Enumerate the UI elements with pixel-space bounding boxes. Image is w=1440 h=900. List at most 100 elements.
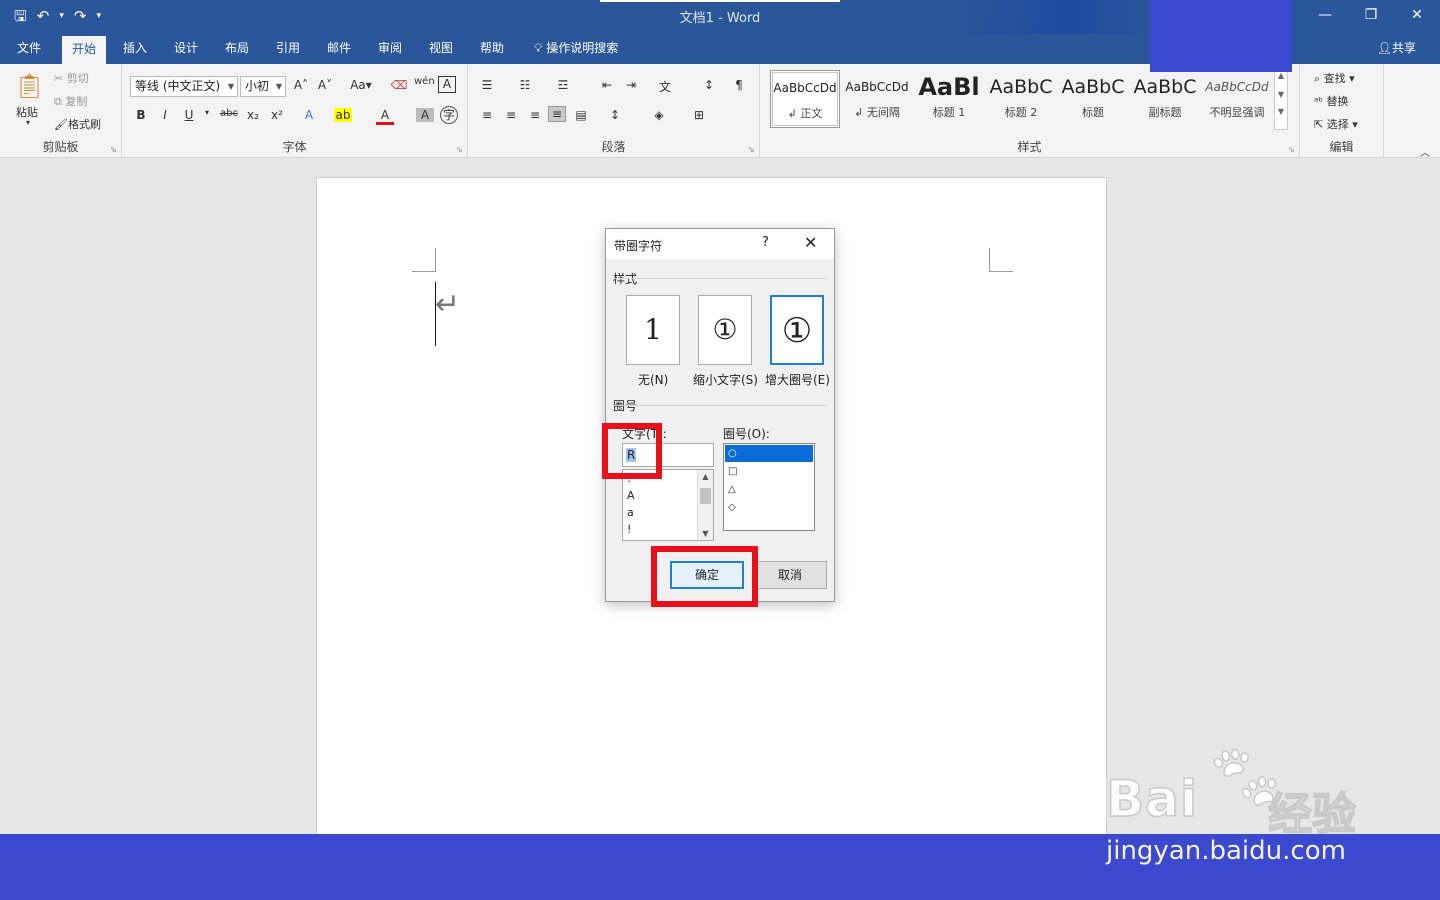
text-list-scrollbar[interactable]: ▲ ▼	[697, 470, 713, 540]
style-title[interactable]: AaBbC 标题	[1058, 70, 1128, 128]
paste-dropdown-icon[interactable]: ▾	[26, 118, 30, 127]
style-subtitle[interactable]: AaBbC 副标题	[1130, 70, 1200, 128]
font-launcher-icon[interactable]: ⬂	[456, 145, 463, 154]
justify-icon[interactable]: ≡	[548, 106, 566, 122]
strikethrough-icon[interactable]: abc	[218, 108, 240, 119]
clear-formatting-icon[interactable]: ⌫	[390, 78, 408, 92]
font-group-label: 字体	[282, 140, 307, 154]
styles-launcher-icon[interactable]: ⬂	[1288, 145, 1295, 154]
style-option-shrink-text[interactable]: ①	[698, 295, 752, 365]
copy-button[interactable]: ⧉ 复制	[54, 93, 87, 109]
align-right-icon[interactable]: ≡	[526, 108, 544, 122]
italic-icon[interactable]: I	[156, 108, 174, 122]
underline-dropdown-icon[interactable]: ▾	[198, 108, 216, 117]
style-normal[interactable]: AaBbCcDd ↲ 正文	[770, 70, 840, 128]
gallery-more-icon[interactable]: ▼	[1275, 107, 1287, 116]
enclosure-item-triangle[interactable]: △	[725, 481, 813, 498]
tab-mailings[interactable]: 邮件	[317, 34, 361, 64]
asian-layout-icon[interactable]: 文	[656, 78, 674, 95]
change-case-icon[interactable]: Aa▾	[346, 78, 376, 92]
sort-icon[interactable]: ↕	[700, 78, 718, 92]
enclosure-list[interactable]: ○ □ △ ◇	[723, 443, 815, 531]
style-preview: AaBbCcDd	[1205, 80, 1269, 94]
distributed-icon[interactable]: ▤	[572, 108, 590, 122]
restore-button[interactable]: ❐	[1348, 0, 1394, 30]
shading-icon[interactable]: ◈	[650, 108, 668, 122]
enclose-characters-icon[interactable]: 字	[440, 106, 458, 124]
borders-icon[interactable]: ⊞	[690, 108, 708, 122]
paragraph-launcher-icon[interactable]: ⬂	[748, 145, 755, 154]
phonetic-guide-icon[interactable]: wén	[414, 76, 435, 87]
text-list[interactable]: ! A a ! ▲ ▼	[622, 469, 714, 541]
align-center-icon[interactable]: ≡	[502, 108, 520, 122]
dialog-close-button[interactable]: ✕	[804, 233, 817, 252]
scroll-down-icon[interactable]: ▼	[698, 529, 713, 538]
underline-icon[interactable]: U	[180, 108, 198, 122]
font-name-combo[interactable]: 等线 (中文正文) ▼	[130, 76, 238, 97]
tab-layout[interactable]: 布局	[215, 34, 259, 64]
bold-icon[interactable]: B	[132, 108, 150, 122]
format-painter-button[interactable]: 🖌︎格式刷	[54, 116, 101, 132]
multilevel-list-icon[interactable]: ☲	[554, 78, 572, 92]
option-enlarge-label[interactable]: 增大圈号(E)	[765, 371, 830, 388]
tab-design[interactable]: 设计	[164, 34, 208, 64]
style-heading-1[interactable]: AaBl 标题 1	[914, 70, 984, 128]
character-shading-icon[interactable]: A	[416, 108, 434, 122]
decrease-indent-icon[interactable]: ⇤	[598, 78, 616, 92]
shrink-font-icon[interactable]: A˅	[316, 78, 334, 92]
style-option-none[interactable]: 1	[626, 295, 680, 365]
help-button[interactable]: ?	[762, 235, 769, 250]
select-button[interactable]: ⇱ 选择 ▾	[1314, 116, 1358, 132]
tab-help[interactable]: 帮助	[470, 34, 514, 64]
enclosure-item-diamond[interactable]: ◇	[725, 499, 813, 516]
paste-icon[interactable]: 📋︎	[14, 72, 44, 100]
tab-view[interactable]: 视图	[419, 34, 463, 64]
tab-home[interactable]: 开始	[62, 36, 107, 64]
font-color-icon[interactable]: A	[376, 108, 394, 125]
grow-font-icon[interactable]: A˄	[292, 78, 310, 92]
cut-button[interactable]: ✂ 剪切	[54, 70, 89, 86]
scroll-up-icon[interactable]: ▲	[698, 472, 713, 481]
option-shrink-label[interactable]: 缩小文字(S)	[693, 371, 758, 388]
line-spacing-icon[interactable]: ↕	[606, 108, 624, 122]
scroll-down-icon[interactable]: ▼	[1275, 90, 1287, 99]
tab-review[interactable]: 审阅	[368, 34, 412, 64]
tell-me-search[interactable]: 💡︎ 操作说明搜索	[524, 34, 628, 64]
style-gallery-scroll[interactable]: ▲ ▼ ▼	[1274, 70, 1288, 130]
tab-references[interactable]: 引用	[266, 34, 310, 64]
show-marks-icon[interactable]: ¶	[730, 78, 748, 92]
replace-button[interactable]: ᵃᵇ 替换	[1314, 93, 1349, 109]
character-border-icon[interactable]: A	[438, 76, 456, 93]
subscript-icon[interactable]: x₂	[244, 108, 262, 122]
increase-indent-icon[interactable]: ⇥	[622, 78, 640, 92]
collapse-ribbon-icon[interactable]: ︿	[1420, 144, 1430, 159]
numbering-icon[interactable]: ☷	[516, 78, 534, 92]
enclosure-item-square[interactable]: □	[725, 463, 813, 480]
option-none-label[interactable]: 无(N)	[638, 371, 668, 388]
share-button[interactable]: 👤︎共享	[1377, 34, 1416, 62]
scroll-up-icon[interactable]: ▲	[1275, 71, 1287, 80]
style-option-enlarge-symbol[interactable]: ①	[770, 295, 824, 365]
bullets-icon[interactable]: ☰	[478, 78, 496, 92]
tab-file[interactable]: 文件	[7, 34, 51, 64]
cancel-button[interactable]: 取消	[753, 561, 827, 589]
clipboard-launcher-icon[interactable]: ⬂	[110, 145, 117, 154]
cut-label: 剪切	[66, 72, 89, 85]
watermark-brand: Bai	[1105, 769, 1198, 829]
font-size-combo[interactable]: 小初 ▼	[240, 76, 286, 97]
align-left-icon[interactable]: ≡	[478, 108, 496, 122]
enclosure-item-circle[interactable]: ○	[725, 445, 813, 462]
superscript-icon[interactable]: x²	[268, 108, 286, 122]
tab-insert[interactable]: 插入	[113, 34, 157, 64]
style-subtle-emphasis[interactable]: AaBbCcDd 不明显强调	[1202, 70, 1272, 128]
highlight-icon[interactable]: ab	[334, 108, 352, 122]
find-button[interactable]: ⌕ 查找 ▾	[1314, 70, 1355, 86]
style-no-spacing[interactable]: AaBbCcDd ↲ 无间隔	[842, 70, 912, 128]
minimize-button[interactable]: —	[1302, 0, 1348, 30]
text-effects-icon[interactable]: A	[300, 108, 318, 122]
style-heading-2[interactable]: AaBbC 标题 2	[986, 70, 1056, 128]
search-icon: ⌕	[1314, 72, 1321, 85]
tell-me-label: 操作说明搜索	[546, 41, 619, 55]
scroll-thumb[interactable]	[700, 488, 711, 504]
close-button[interactable]: ✕	[1394, 0, 1440, 30]
